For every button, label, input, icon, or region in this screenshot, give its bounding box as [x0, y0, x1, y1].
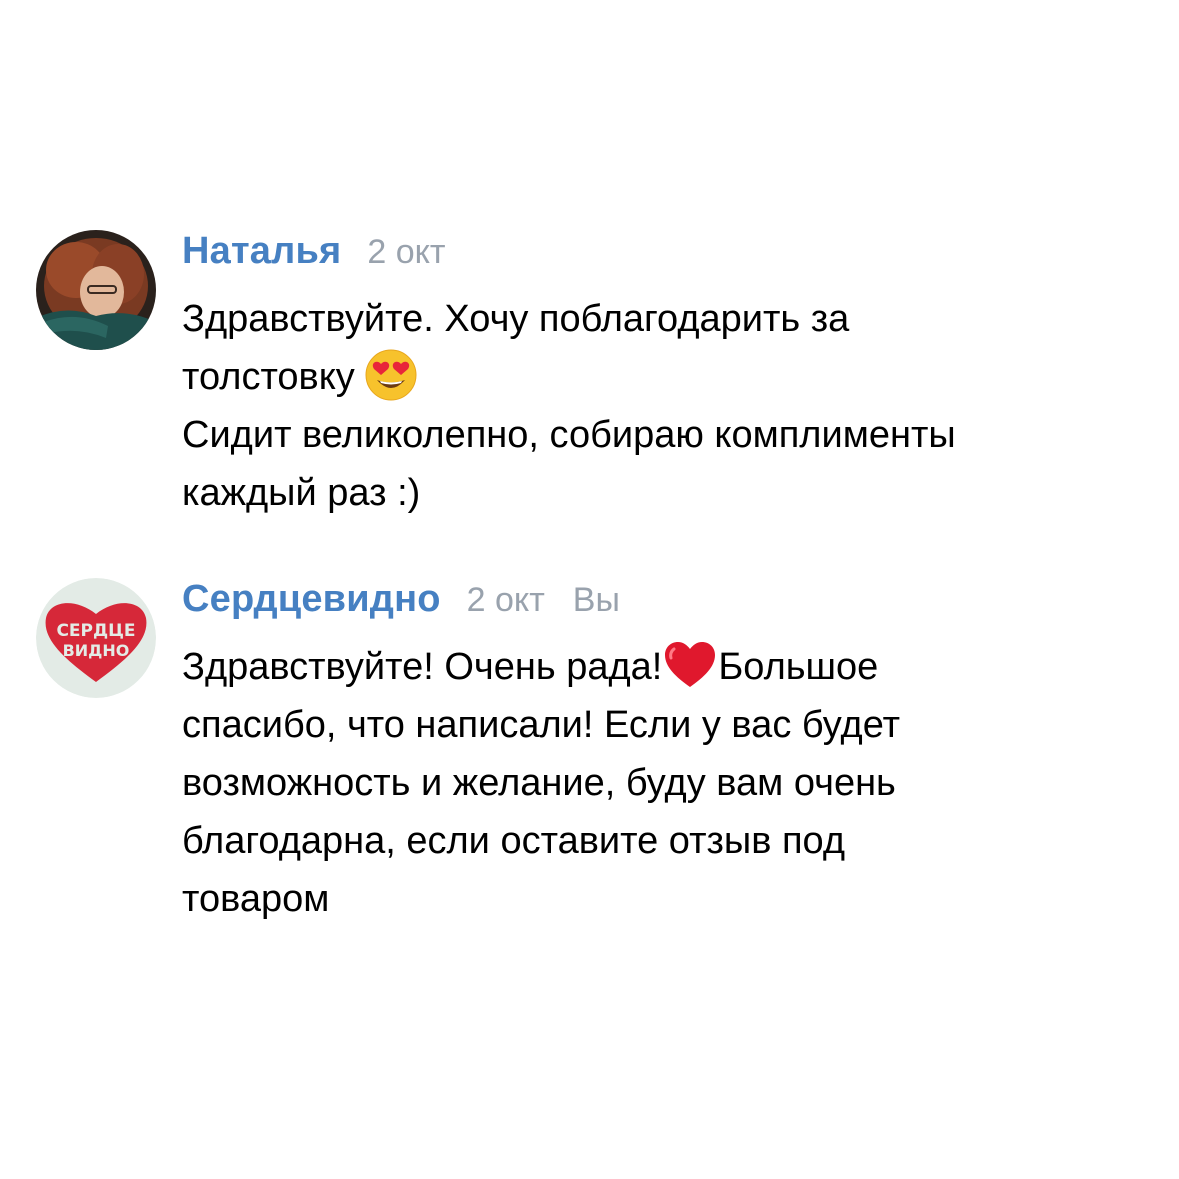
text-line: товаром	[182, 878, 330, 920]
text-line: Здравствуйте! Очень рада! Большое	[182, 638, 1142, 696]
logo-text-top: СЕРДЦЕ	[56, 621, 135, 641]
text-fragment: толстовку	[182, 356, 355, 398]
comment-body: Наталья 2 окт Здравствуйте. Хочу поблаго…	[182, 230, 1142, 522]
text-line: возможность и желание, буду вам очень	[182, 762, 896, 804]
comment-date: 2 окт	[367, 233, 446, 271]
comment-text: Здравствуйте. Хочу поблагодарить за толс…	[182, 290, 1142, 522]
brand-logo-avatar[interactable]: СЕРДЦЕ ВИДНО	[36, 578, 156, 698]
author-name[interactable]: Наталья	[182, 230, 341, 273]
comment-body: Сердцевидно 2 окт Вы Здравствуйте! Очень…	[182, 578, 1142, 928]
heart-eyes-emoji	[365, 349, 417, 401]
text-line: Сидит великолепно, собираю комплименты	[182, 414, 956, 456]
user-photo-avatar[interactable]	[36, 230, 156, 350]
comment-date: 2 окт	[466, 581, 545, 619]
author-name[interactable]: Сердцевидно	[182, 578, 441, 621]
own-comment-badge: Вы	[572, 581, 620, 619]
text-fragment: Большое	[718, 646, 879, 688]
text-line: благодарна, если оставите отзыв под	[182, 820, 846, 862]
comment-text: Здравствуйте! Очень рада! Большое спасиб…	[182, 638, 1142, 928]
comment-meta: Сердцевидно 2 окт Вы	[182, 578, 1142, 636]
text-line: каждый раз :)	[182, 472, 421, 514]
text-line: Здравствуйте. Хочу поблагодарить за	[182, 298, 850, 340]
comment-meta: Наталья 2 окт	[182, 230, 1142, 288]
text-fragment: Здравствуйте! Очень рада!	[182, 646, 663, 688]
red-heart-emoji	[662, 639, 718, 691]
text-line: толстовку	[182, 348, 1142, 406]
text-line: спасибо, что написали! Если у вас будет	[182, 704, 900, 746]
logo-text-bottom: ВИДНО	[63, 641, 130, 660]
